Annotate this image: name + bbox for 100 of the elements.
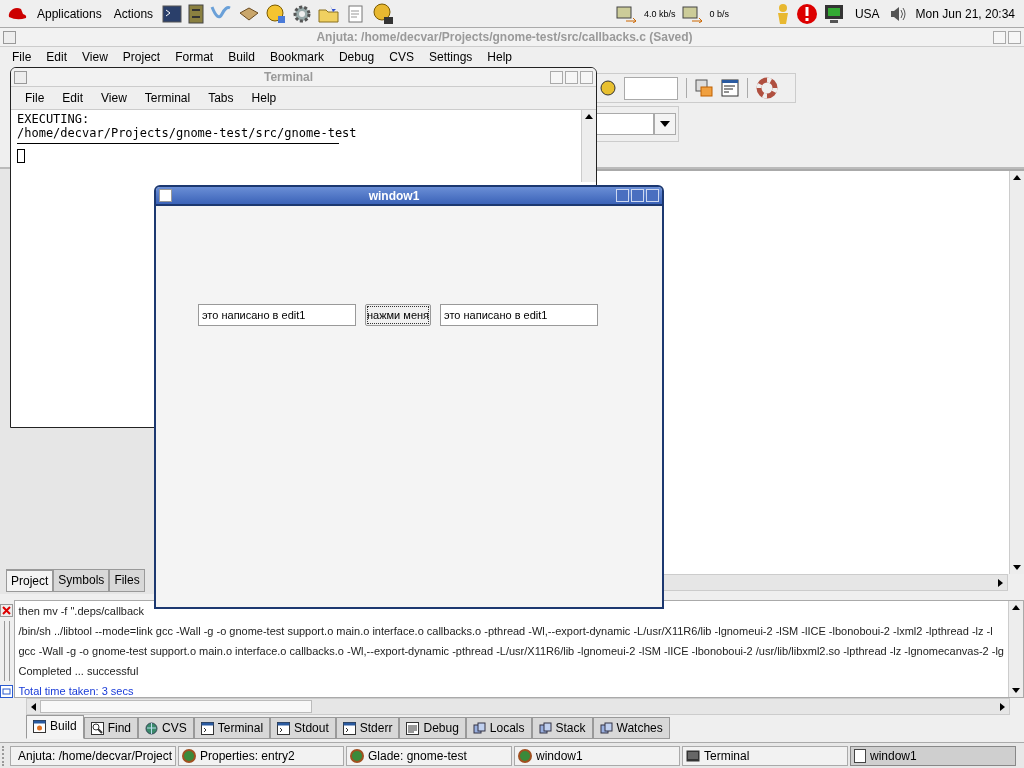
menu-item[interactable]: Tabs xyxy=(208,91,234,105)
menu-item[interactable]: Edit xyxy=(62,91,84,105)
menu-item[interactable]: View xyxy=(82,50,108,64)
cubes-icon xyxy=(472,721,486,735)
file-cabinet-icon[interactable] xyxy=(188,3,205,24)
push-button[interactable]: нажми меня xyxy=(365,304,432,326)
gear-icon[interactable] xyxy=(292,3,313,24)
lifebuoy-icon[interactable] xyxy=(756,77,778,99)
window-icon xyxy=(33,719,46,733)
minimize-button[interactable] xyxy=(616,189,629,202)
window-icon[interactable] xyxy=(3,30,16,44)
output-line: /bin/sh ../libtool --mode=link gcc -Wall -g -o gnome-test support.o main.o interface.o callbacks.o -pthread -Wl,--export-dynamic -L/usr/X11R6/lib -lgnomeui-2 -lSM -lICE -lbonoboui-2 -lxml2 -lpthread -lz -l xyxy=(18,624,994,639)
up-arrow-icon[interactable] xyxy=(585,114,593,119)
hat-icon[interactable] xyxy=(6,5,28,22)
output-tab[interactable]: Build xyxy=(26,715,84,739)
output-line: Total time taken: 3 secs xyxy=(18,684,135,697)
menu-item[interactable]: Help xyxy=(251,91,277,105)
output-tab[interactable]: Debug xyxy=(399,717,466,739)
output-tab[interactable]: Stack xyxy=(531,717,593,739)
text-cursor xyxy=(17,149,25,163)
close-button[interactable] xyxy=(646,189,659,202)
panel-menu[interactable]: Applications xyxy=(34,6,105,21)
text-field[interactable]: это написано в edit1 xyxy=(198,304,356,326)
output-tab[interactable]: CVS xyxy=(138,717,194,739)
taskbar-button[interactable]: Properties: entry2 xyxy=(178,745,344,766)
pane-tab[interactable]: Project xyxy=(6,569,54,592)
window-icon[interactable] xyxy=(14,70,27,84)
menu-item[interactable]: Project xyxy=(122,50,161,64)
menu-item[interactable]: Help xyxy=(487,50,513,64)
monitor-icon xyxy=(686,748,700,763)
volume-icon[interactable] xyxy=(888,5,907,22)
clock[interactable]: Mon Jun 21, 20:34 xyxy=(912,6,1018,21)
cubes-icon xyxy=(538,721,552,735)
menu-item[interactable]: File xyxy=(12,50,32,64)
taskbar-button[interactable]: window1 xyxy=(514,745,680,766)
download-rate: 4.0 kb/s xyxy=(644,8,676,19)
menu-item[interactable]: Bookmark xyxy=(269,50,324,64)
left-arrow-icon[interactable] xyxy=(31,702,36,711)
output-tab[interactable]: Stderr xyxy=(335,717,400,739)
taskbar-button[interactable]: Glade: gnome-test xyxy=(346,745,512,766)
terminal-icon xyxy=(200,721,214,735)
menu-item[interactable]: Debug xyxy=(338,50,375,64)
combo-box[interactable] xyxy=(596,113,676,135)
pane-tab[interactable]: Symbols xyxy=(53,569,110,592)
alert-icon[interactable] xyxy=(795,2,818,25)
close-icon[interactable] xyxy=(0,604,14,617)
output-tab[interactable]: Find xyxy=(83,717,139,739)
output-tab[interactable]: Watches xyxy=(592,717,670,739)
dock-handle[interactable] xyxy=(3,621,10,681)
output-line: then mv -f ".deps/callback xyxy=(18,604,146,619)
right-arrow-icon[interactable] xyxy=(1000,702,1005,711)
vertical-scrollbar[interactable] xyxy=(1009,171,1024,574)
ball-icon[interactable] xyxy=(372,2,395,25)
globe-icon xyxy=(518,748,532,763)
up-arrow-icon[interactable] xyxy=(1012,605,1020,610)
dropdown-arrow-icon xyxy=(660,121,670,127)
maximize-button[interactable] xyxy=(631,189,644,202)
text-field[interactable]: это написано в edit1 xyxy=(440,304,599,326)
terminal-icon[interactable] xyxy=(162,4,183,23)
down-arrow-icon[interactable] xyxy=(1013,565,1021,570)
panel-menu[interactable]: Actions xyxy=(110,6,157,21)
window-title: window1 xyxy=(367,188,421,203)
window-icon[interactable] xyxy=(159,189,172,202)
down-arrow-icon[interactable] xyxy=(1012,688,1020,693)
window-title: Anjuta: /home/decvar/Projects/gnome-test/src/callbacks.c (Saved) xyxy=(315,30,694,44)
menu-item[interactable]: CVS xyxy=(389,50,414,64)
keyboard-layout[interactable]: USA xyxy=(851,6,883,21)
right-arrow-icon[interactable] xyxy=(998,578,1003,587)
vertical-scrollbar[interactable] xyxy=(581,110,596,182)
taskbar-button[interactable]: window1 xyxy=(850,745,1016,766)
page-icon xyxy=(854,748,866,763)
output-line: Completed ... successful xyxy=(18,664,140,679)
menu-item[interactable]: Edit xyxy=(46,50,68,64)
pane-tab[interactable]: Files xyxy=(109,569,145,592)
output-tab[interactable]: Stdout xyxy=(270,717,336,739)
up-arrow-icon[interactable] xyxy=(1013,175,1021,180)
menu-item[interactable]: Terminal xyxy=(144,91,191,105)
menu-item[interactable]: Format xyxy=(175,50,214,64)
ball-icon[interactable] xyxy=(600,80,616,96)
toolbar-entry[interactable] xyxy=(624,76,678,100)
globe-icon xyxy=(182,748,196,763)
menu-item[interactable]: View xyxy=(101,91,127,105)
terminal-icon xyxy=(342,721,356,735)
menu-item[interactable]: File xyxy=(25,91,45,105)
monitor-icon[interactable] xyxy=(823,3,846,24)
taskbar-button[interactable]: Terminal xyxy=(682,745,848,766)
horizontal-scrollbar[interactable] xyxy=(26,698,1010,715)
menu-item[interactable]: Build xyxy=(228,50,255,64)
output-line: gcc -Wall -g -o gnome-test support.o main.o interface.o callbacks.o -Wl,--export-dynamic -pthread -L/usr/X11R6/lib -lgnomeui-2 -lSM -lICE -lbonoboui-2 /usr/lib/libxml2.so -lpthread -lz -lgnomecanvas-2 -lg xyxy=(18,644,1004,659)
output-tab[interactable]: Terminal xyxy=(193,717,271,739)
taskbar-button[interactable]: Anjuta: /home/decvar/Project xyxy=(10,745,176,766)
vertical-scrollbar[interactable] xyxy=(1008,601,1023,697)
terminal-line: EXECUTING: xyxy=(17,112,91,126)
output-tab[interactable]: Locals xyxy=(465,717,532,739)
menu-item[interactable]: Settings xyxy=(429,50,473,64)
dock-icon[interactable] xyxy=(0,685,14,698)
window-title: Terminal xyxy=(262,70,315,84)
globe-icon xyxy=(350,748,364,763)
horizontal-scrollbar[interactable] xyxy=(663,574,1008,591)
windows-icon[interactable] xyxy=(695,79,713,97)
